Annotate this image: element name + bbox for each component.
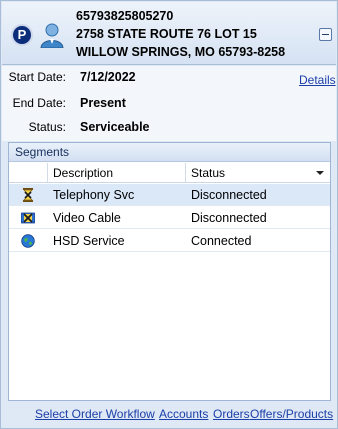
orders-link[interactable]: Orders — [213, 407, 250, 421]
person-icon — [40, 23, 64, 48]
details-link[interactable]: Details — [299, 73, 336, 87]
end-date-label: End Date: — [12, 96, 66, 110]
offers-products-link[interactable]: Offers/Products — [250, 407, 333, 421]
collapse-minus-icon[interactable] — [319, 28, 332, 41]
column-header-status[interactable]: Status — [185, 163, 330, 183]
start-date-label: Start Date: — [8, 70, 66, 84]
segment-description: HSD Service — [53, 234, 125, 248]
column-header-description[interactable]: Description — [47, 163, 185, 183]
segment-description: Video Cable — [53, 211, 121, 225]
segments-group: Segments Description Status Telephony Sv… — [8, 142, 331, 401]
segments-grid-header: Description Status — [9, 163, 330, 183]
customer-account-panel: P 65793825805270 2758 STATE ROUTE 76 LOT… — [0, 0, 338, 429]
end-date-value: Present — [80, 96, 126, 110]
status-value: Serviceable — [80, 120, 150, 134]
p-badge-icon: P — [11, 24, 33, 46]
footer-links: Select Order Workflow Accounts Orders Of… — [1, 405, 337, 427]
status-label: Status: — [28, 120, 66, 134]
address-line-1: 2758 STATE ROUTE 76 LOT 15 — [76, 27, 257, 41]
hourglass-x-icon — [23, 188, 33, 202]
segment-row-video[interactable]: Video Cable Disconnected — [9, 207, 330, 229]
segments-title: Segments — [9, 143, 330, 162]
accounts-link[interactable]: Accounts — [159, 407, 208, 421]
chevron-down-icon[interactable] — [316, 171, 324, 175]
globe-icon — [21, 234, 35, 248]
account-header: P 65793825805270 2758 STATE ROUTE 76 LOT… — [2, 2, 336, 65]
column-header-status-label: Status — [191, 166, 226, 180]
start-date-value: 7/12/2022 — [80, 70, 136, 84]
segment-row-hsd[interactable]: HSD Service Connected — [9, 230, 330, 252]
select-order-workflow-link[interactable]: Select Order Workflow — [35, 407, 155, 421]
segment-row-telephony[interactable]: Telephony Svc Disconnected — [9, 184, 330, 206]
segment-description: Telephony Svc — [53, 188, 135, 202]
segment-status: Disconnected — [191, 188, 267, 202]
address-line-2: WILLOW SPRINGS, MO 65793-8258 — [76, 45, 286, 59]
account-info: Start Date: 7/12/2022 Details End Date: … — [2, 66, 336, 141]
account-number: 65793825805270 — [76, 9, 174, 23]
segment-status: Connected — [191, 234, 252, 248]
video-x-icon — [21, 212, 35, 224]
segment-status: Disconnected — [191, 211, 267, 225]
